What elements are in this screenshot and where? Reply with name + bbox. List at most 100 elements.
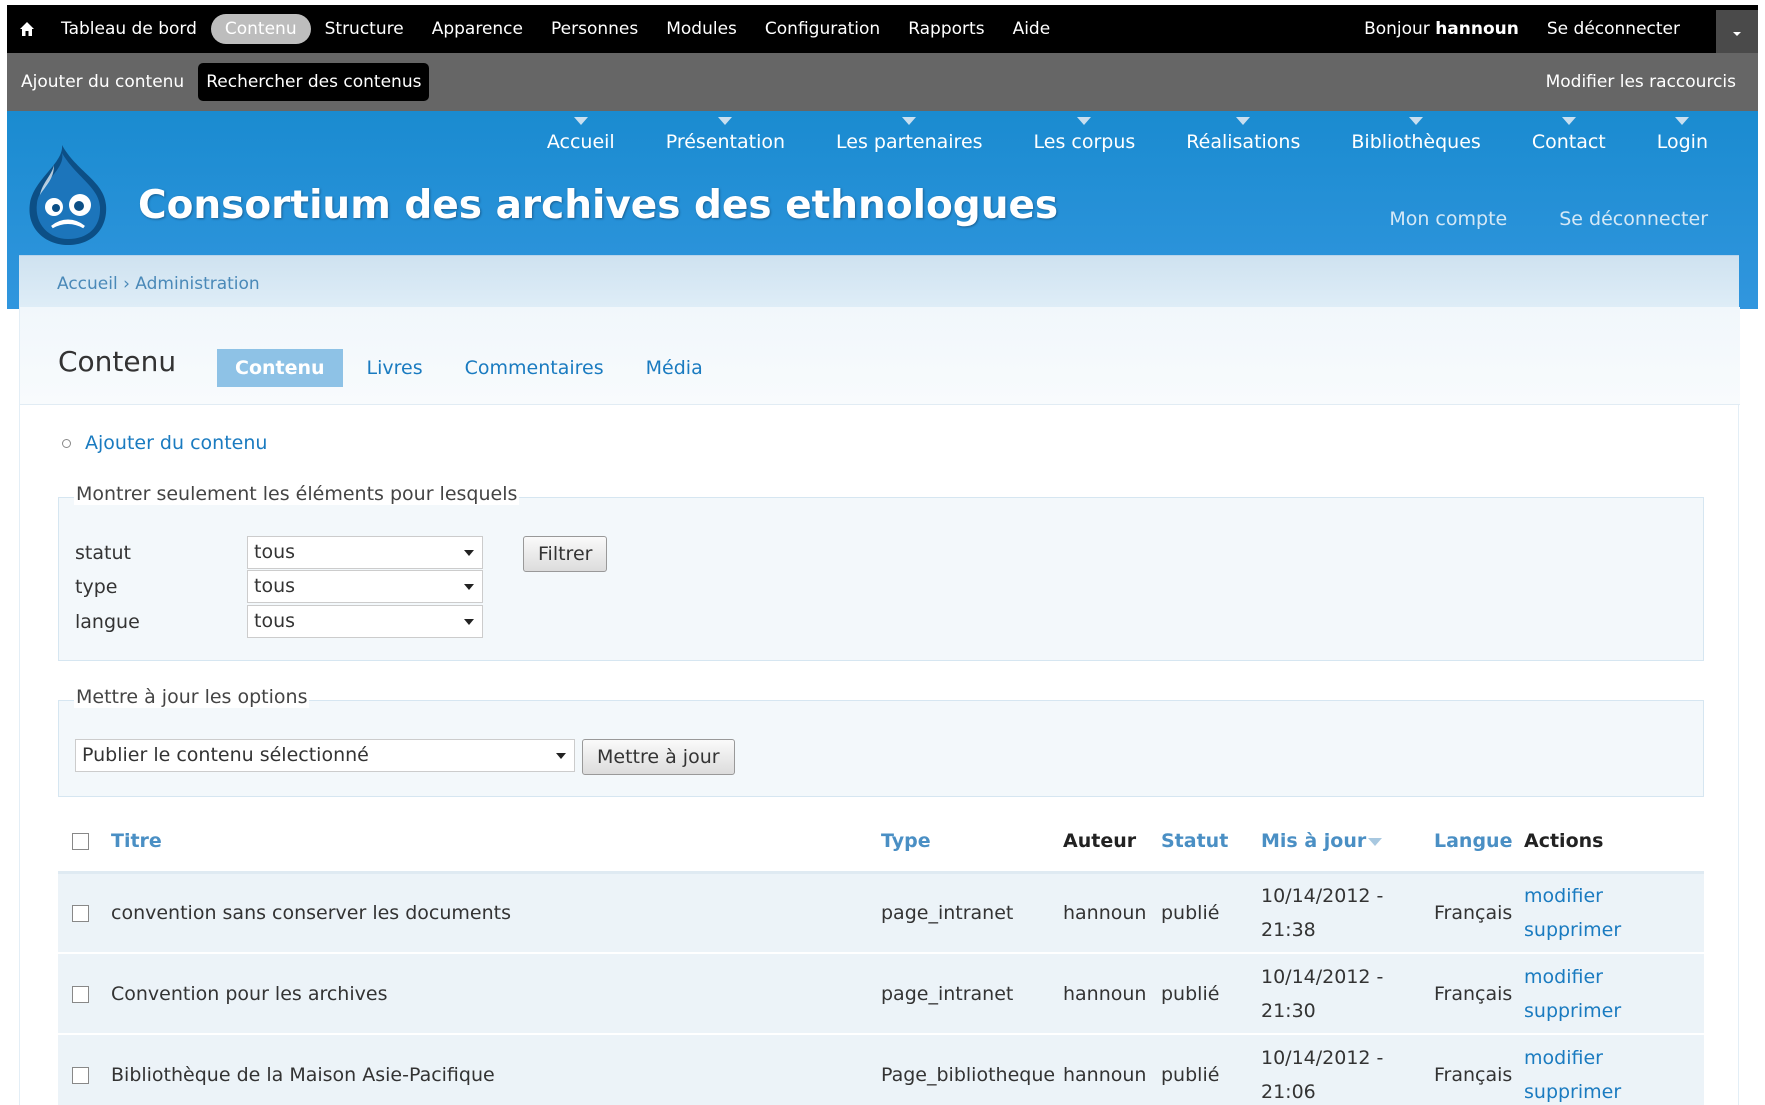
drupal-logo-icon[interactable] [24, 141, 114, 249]
toolbar-item-configuration[interactable]: Configuration [751, 14, 894, 44]
tab-content[interactable]: Contenu [217, 349, 343, 387]
nav-item-partners[interactable]: Les partenaires [836, 117, 983, 153]
update-button[interactable]: Mettre à jour [582, 739, 735, 775]
my-account-link[interactable]: Mon compte [1389, 208, 1507, 230]
nav-item-libraries[interactable]: Bibliothèques [1351, 117, 1481, 153]
sort-desc-icon [1368, 837, 1383, 846]
site-name[interactable]: Consortium des archives des ethnologues [138, 183, 1058, 228]
column-header-language[interactable]: Langue [1434, 812, 1524, 874]
row-actions: modifier supprimer [1524, 1033, 1704, 1105]
dropdown-arrow-icon [556, 753, 566, 759]
row-title-link[interactable]: convention sans conserver les documents [111, 872, 881, 954]
update-options-fieldset: Mettre à jour les options Publier le con… [58, 686, 1704, 797]
tab-books[interactable]: Livres [349, 349, 441, 387]
row-date: 10/14/2012 - [1261, 965, 1384, 988]
main-navigation: Accueil Présentation Les partenaires Les… [496, 117, 1708, 153]
chevron-down-icon [1733, 32, 1741, 36]
row-title-link[interactable]: Bibliothèque de la Maison Asie-Pacifique [111, 1033, 881, 1105]
type-select[interactable]: tous [247, 570, 483, 603]
username-link[interactable]: hannoun [1435, 19, 1519, 39]
toolbar-item-help[interactable]: Aide [999, 14, 1065, 44]
row-actions: modifier supprimer [1524, 872, 1704, 954]
column-header-title[interactable]: Titre [111, 812, 881, 874]
toolbar-item-structure[interactable]: Structure [311, 14, 418, 44]
select-value: tous [254, 541, 296, 563]
tab-media[interactable]: Média [628, 349, 721, 387]
filter-label: statut [75, 541, 131, 564]
row-language: Français [1434, 1033, 1524, 1105]
row-checkbox[interactable] [72, 985, 89, 1003]
filter-row-status: statut tous [75, 536, 483, 569]
select-all-checkbox[interactable] [72, 833, 89, 851]
column-header-status[interactable]: Statut [1161, 812, 1261, 874]
secondary-logout-link[interactable]: Se déconnecter [1559, 208, 1708, 230]
table-row: Bibliothèque de la Maison Asie-Pacifique… [58, 1033, 1704, 1105]
table-row: convention sans conserver les documents … [58, 872, 1704, 954]
select-value: tous [254, 610, 296, 632]
select-value: Publier le contenu sélectionné [82, 744, 369, 766]
toolbar-item-reports[interactable]: Rapports [894, 14, 998, 44]
add-content-link[interactable]: Ajouter du contenu [85, 432, 267, 454]
toolbar-item-appearance[interactable]: Apparence [418, 14, 537, 44]
edit-link[interactable]: modifier [1524, 960, 1704, 994]
dropdown-arrow-icon [464, 619, 474, 625]
language-select[interactable]: tous [247, 605, 483, 638]
bullet-icon [62, 439, 71, 448]
delete-link[interactable]: supprimer [1524, 994, 1704, 1028]
home-icon[interactable] [7, 5, 47, 53]
bulk-operation-select[interactable]: Publier le contenu sélectionné [75, 739, 575, 772]
filter-fieldset: Montrer seulement les éléments pour lesq… [58, 483, 1704, 661]
nav-item-login[interactable]: Login [1657, 117, 1708, 153]
row-author-link[interactable]: hannoun [1063, 1033, 1161, 1105]
delete-link[interactable]: supprimer [1524, 1075, 1704, 1105]
table-row: Convention pour les archives page_intran… [58, 952, 1704, 1035]
breadcrumb[interactable]: Accueil › Administration [57, 274, 260, 294]
row-type: page_intranet [881, 952, 1063, 1035]
toolbar-item-dashboard[interactable]: Tableau de bord [47, 14, 211, 44]
toolbar-item-people[interactable]: Personnes [537, 14, 652, 44]
edit-link[interactable]: modifier [1524, 879, 1704, 913]
row-select-cell [58, 1033, 111, 1105]
column-header-updated[interactable]: Mis à jour [1261, 812, 1434, 874]
row-checkbox[interactable] [72, 904, 89, 922]
status-select[interactable]: tous [247, 536, 483, 569]
nav-item-realisations[interactable]: Réalisations [1186, 117, 1301, 153]
content-table: Titre Type Auteur Statut Mis à jour Lang… [58, 812, 1704, 1105]
row-actions: modifier supprimer [1524, 952, 1704, 1035]
column-header-type[interactable]: Type [881, 812, 1063, 874]
delete-link[interactable]: supprimer [1524, 913, 1704, 947]
nav-item-corpus[interactable]: Les corpus [1033, 117, 1136, 153]
row-title-link[interactable]: Convention pour les archives [111, 952, 881, 1035]
update-legend: Mettre à jour les options [74, 686, 310, 708]
row-date: 10/14/2012 - [1261, 884, 1384, 907]
add-content-action[interactable]: Ajouter du contenu [62, 432, 267, 454]
edit-shortcuts-link[interactable]: Modifier les raccourcis [1546, 72, 1736, 92]
edit-link[interactable]: modifier [1524, 1041, 1704, 1075]
row-checkbox[interactable] [72, 1066, 89, 1084]
row-language: Français [1434, 872, 1524, 954]
tab-comments[interactable]: Commentaires [447, 349, 622, 387]
dropdown-arrow-icon [464, 584, 474, 590]
nav-label: Les corpus [1033, 131, 1136, 153]
shortcut-find-content[interactable]: Rechercher des contenus [198, 63, 430, 101]
nav-item-presentation[interactable]: Présentation [666, 117, 785, 153]
nav-label: Réalisations [1186, 131, 1301, 153]
row-select-cell [58, 952, 111, 1035]
shortcuts-toggle-button[interactable] [1716, 10, 1758, 58]
row-author-link[interactable]: hannoun [1063, 952, 1161, 1035]
filter-label: type [75, 575, 118, 598]
toolbar-item-content[interactable]: Contenu [210, 14, 311, 44]
row-author-link[interactable]: hannoun [1063, 872, 1161, 954]
nav-label: Les partenaires [836, 131, 983, 153]
nav-item-home[interactable]: Accueil [547, 117, 615, 153]
shortcut-add-content[interactable]: Ajouter du contenu [13, 63, 192, 101]
dropdown-arrow-icon [464, 550, 474, 556]
toolbar-logout-link[interactable]: Se déconnecter [1547, 19, 1680, 39]
filter-button[interactable]: Filtrer [523, 536, 608, 572]
column-header-actions: Actions [1524, 812, 1704, 874]
nav-item-contact[interactable]: Contact [1532, 117, 1606, 153]
toolbar-item-modules[interactable]: Modules [652, 14, 751, 44]
page-title: Contenu [58, 345, 177, 378]
table-header-row: Titre Type Auteur Statut Mis à jour Lang… [58, 812, 1704, 874]
filter-label: langue [75, 610, 140, 633]
